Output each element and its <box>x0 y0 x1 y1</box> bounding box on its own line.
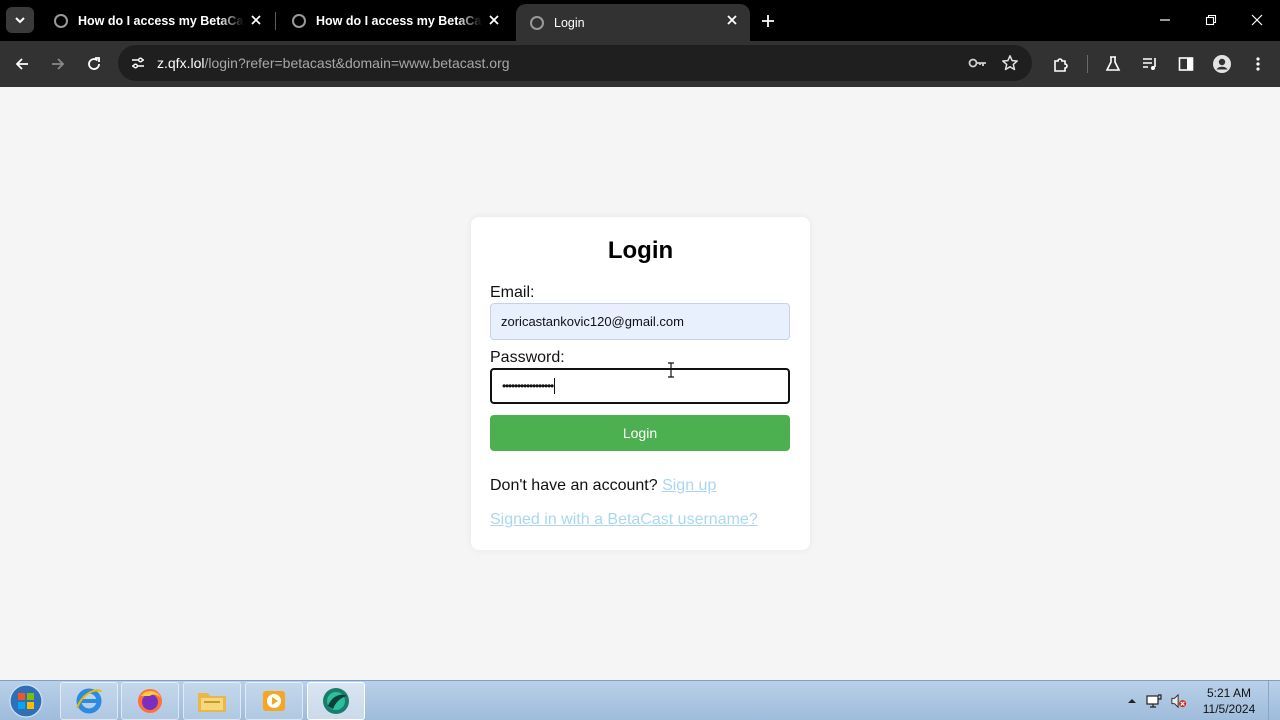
internet-explorer-icon <box>76 688 102 714</box>
start-button[interactable] <box>6 682 46 720</box>
forward-button[interactable] <box>46 52 70 76</box>
media-controls-button[interactable] <box>1138 52 1162 76</box>
more-vertical-icon <box>1256 57 1260 71</box>
windows-taskbar: 5:21 AM 11/5/2024 <box>0 680 1280 720</box>
close-tab-icon[interactable] <box>724 12 740 28</box>
signup-prompt: Don't have an account? <box>490 477 658 494</box>
password-key-button[interactable] <box>968 53 988 73</box>
windows-orb-icon <box>9 684 43 718</box>
tab-betacast-help-2[interactable]: How do I access my BetaCast c <box>278 0 512 41</box>
login-heading: Login <box>607 237 674 264</box>
tab-strip: How do I access my BetaCast c How do I a… <box>0 0 1280 41</box>
new-tab-button[interactable] <box>757 10 779 32</box>
firefox-icon <box>138 689 162 713</box>
url-host: z.qfx.lol <box>157 55 205 71</box>
signup-link[interactable]: Sign up <box>662 477 716 494</box>
close-tab-icon[interactable] <box>248 12 264 28</box>
folder-icon <box>198 693 226 712</box>
browser-toolbar: z.qfx.lol/login?refer=betacast&domain=ww… <box>0 41 1280 87</box>
taskbar-browser-app[interactable] <box>307 682 365 720</box>
chevron-down-icon <box>15 17 25 24</box>
bookmark-button[interactable] <box>1000 53 1020 73</box>
playlist-music-icon <box>1143 58 1156 70</box>
app-browser-icon <box>323 688 349 714</box>
action-center-tray[interactable] <box>1146 693 1162 709</box>
flask-icon <box>1105 56 1121 71</box>
toolbar-divider <box>1087 55 1088 73</box>
key-icon <box>968 58 986 68</box>
clock-date: 11/5/2024 <box>1202 702 1256 716</box>
page-content: Login Email: Password: •••••••••••••••••… <box>0 87 1280 680</box>
restore-icon <box>1205 14 1217 26</box>
globe-icon <box>292 13 306 28</box>
media-player-icon <box>263 691 285 711</box>
email-field[interactable] <box>490 303 790 340</box>
chevron-up-icon <box>1128 699 1136 703</box>
globe-icon <box>530 15 544 30</box>
login-card: Login Email: Password: •••••••••••••••••… <box>471 217 810 550</box>
clock-time: 5:21 AM <box>1206 686 1252 700</box>
globe-icon <box>54 13 68 28</box>
volume-tray[interactable] <box>1171 693 1187 709</box>
site-info-button[interactable] <box>128 53 148 73</box>
restore-button[interactable] <box>1199 8 1223 32</box>
labs-button[interactable] <box>1101 52 1125 76</box>
close-window-button[interactable] <box>1245 8 1269 32</box>
back-button[interactable] <box>10 52 34 76</box>
address-bar[interactable]: z.qfx.lol/login?refer=betacast&domain=ww… <box>118 45 1032 81</box>
extensions-button[interactable] <box>1049 52 1073 76</box>
side-panel-icon <box>1178 57 1194 71</box>
close-icon <box>1251 14 1263 26</box>
flag-monitor-icon <box>1146 694 1162 708</box>
tab-title: Login <box>554 15 585 30</box>
taskbar-firefox[interactable] <box>121 682 179 720</box>
tab-title: How do I access my BetaCast c <box>78 13 244 28</box>
text-caret <box>554 378 556 394</box>
side-panel-button[interactable] <box>1174 52 1198 76</box>
taskbar-media-player[interactable] <box>245 682 303 720</box>
minimize-icon <box>1160 19 1170 21</box>
taskbar-internet-explorer[interactable] <box>60 682 118 720</box>
password-label: Password: <box>490 349 565 366</box>
signup-line: Don't have an account? Sign up <box>490 477 716 495</box>
ibeam-cursor-icon <box>668 362 674 378</box>
volume-muted-icon <box>1171 693 1187 709</box>
url-path: /login?refer=betacast&domain=www.betacas… <box>204 55 510 71</box>
tune-icon <box>132 57 144 69</box>
tab-title: How do I access my BetaCast c <box>316 13 482 28</box>
plus-icon <box>762 15 774 27</box>
password-masked-value: ••••••••••••••••• <box>502 379 554 393</box>
login-button[interactable]: Login <box>490 415 790 451</box>
reload-icon <box>88 57 100 70</box>
minimize-button[interactable] <box>1153 8 1177 32</box>
menu-button[interactable] <box>1246 52 1270 76</box>
tab-login[interactable]: Login <box>516 4 750 41</box>
arrow-left-icon <box>15 58 28 70</box>
tab-search-button[interactable] <box>6 7 34 33</box>
taskbar-file-explorer[interactable] <box>183 682 241 720</box>
email-label: Email: <box>490 284 535 301</box>
betacast-username-link[interactable]: Signed in with a BetaCast username? <box>490 511 758 529</box>
password-field[interactable]: ••••••••••••••••• <box>490 368 790 404</box>
reload-button[interactable] <box>82 52 106 76</box>
url-text[interactable]: z.qfx.lol/login?refer=betacast&domain=ww… <box>157 55 510 71</box>
account-icon <box>1213 55 1231 73</box>
show-hidden-icons-button[interactable] <box>1124 693 1140 709</box>
show-desktop-button[interactable] <box>1268 681 1280 720</box>
tab-betacast-help-1[interactable]: How do I access my BetaCast c <box>40 0 274 41</box>
tab-separator <box>275 12 276 30</box>
system-clock[interactable]: 5:21 AM 11/5/2024 <box>1196 685 1262 717</box>
profile-button[interactable] <box>1210 52 1234 76</box>
star-icon <box>1002 55 1018 71</box>
arrow-right-icon <box>52 58 65 70</box>
puzzle-icon <box>1054 58 1068 72</box>
close-tab-icon[interactable] <box>486 12 502 28</box>
